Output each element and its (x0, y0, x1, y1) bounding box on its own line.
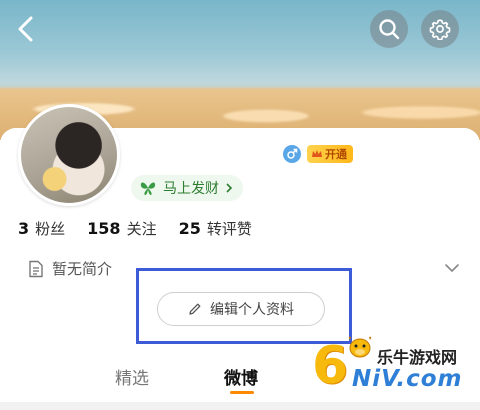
watermark-title: 乐牛游戏网 (377, 348, 458, 367)
tab-weibo[interactable]: 微博 (224, 364, 258, 389)
pencil-icon (189, 303, 201, 315)
butterfly-icon (140, 182, 156, 195)
fortune-chip[interactable]: 马上发财 (131, 175, 243, 201)
chevron-left-icon (18, 16, 33, 42)
chevron-down-icon[interactable] (444, 262, 460, 274)
fortune-label: 马上发财 (163, 181, 219, 197)
stats-row: 3 粉丝 158 关注 25 转评赞 (18, 218, 252, 239)
edit-profile-label: 编辑个人资料 (210, 302, 294, 318)
avatar[interactable] (18, 104, 120, 206)
watermark-six: 6 (312, 336, 349, 396)
vip-label: 开通 (325, 148, 347, 161)
bio-row[interactable]: 暂无简介 (28, 258, 112, 279)
stat-label: 关注 (126, 220, 157, 238)
settings-button[interactable] (421, 10, 459, 48)
document-icon (29, 260, 43, 277)
watermark-logo: 6 乐牛游戏网 NiV.com (312, 334, 480, 398)
stat-following[interactable]: 158 关注 (87, 218, 156, 239)
cow-icon (348, 336, 372, 358)
stat-number: 3 (18, 219, 30, 238)
tab-featured[interactable]: 精选 (115, 364, 149, 389)
stat-number: 158 (87, 219, 121, 238)
back-button[interactable] (12, 14, 42, 44)
tab-active-indicator (230, 391, 254, 394)
stat-likes[interactable]: 25 转评赞 (179, 218, 252, 239)
stat-label: 粉丝 (35, 220, 66, 238)
stat-number: 25 (178, 219, 201, 238)
crown-icon (312, 150, 322, 157)
search-button[interactable] (370, 10, 408, 48)
edit-profile-button[interactable]: 编辑个人资料 (157, 292, 325, 326)
search-icon (379, 19, 400, 40)
gear-icon (429, 19, 451, 40)
bio-text: 暂无简介 (52, 260, 113, 278)
vip-badge[interactable]: 开通 (307, 145, 353, 163)
chevron-right-icon (226, 183, 233, 193)
male-icon (283, 145, 301, 163)
bottom-divider (0, 402, 480, 410)
watermark-domain: NiV.com (352, 366, 463, 392)
stat-fans[interactable]: 3 粉丝 (18, 218, 65, 239)
stat-label: 转评赞 (206, 220, 252, 238)
